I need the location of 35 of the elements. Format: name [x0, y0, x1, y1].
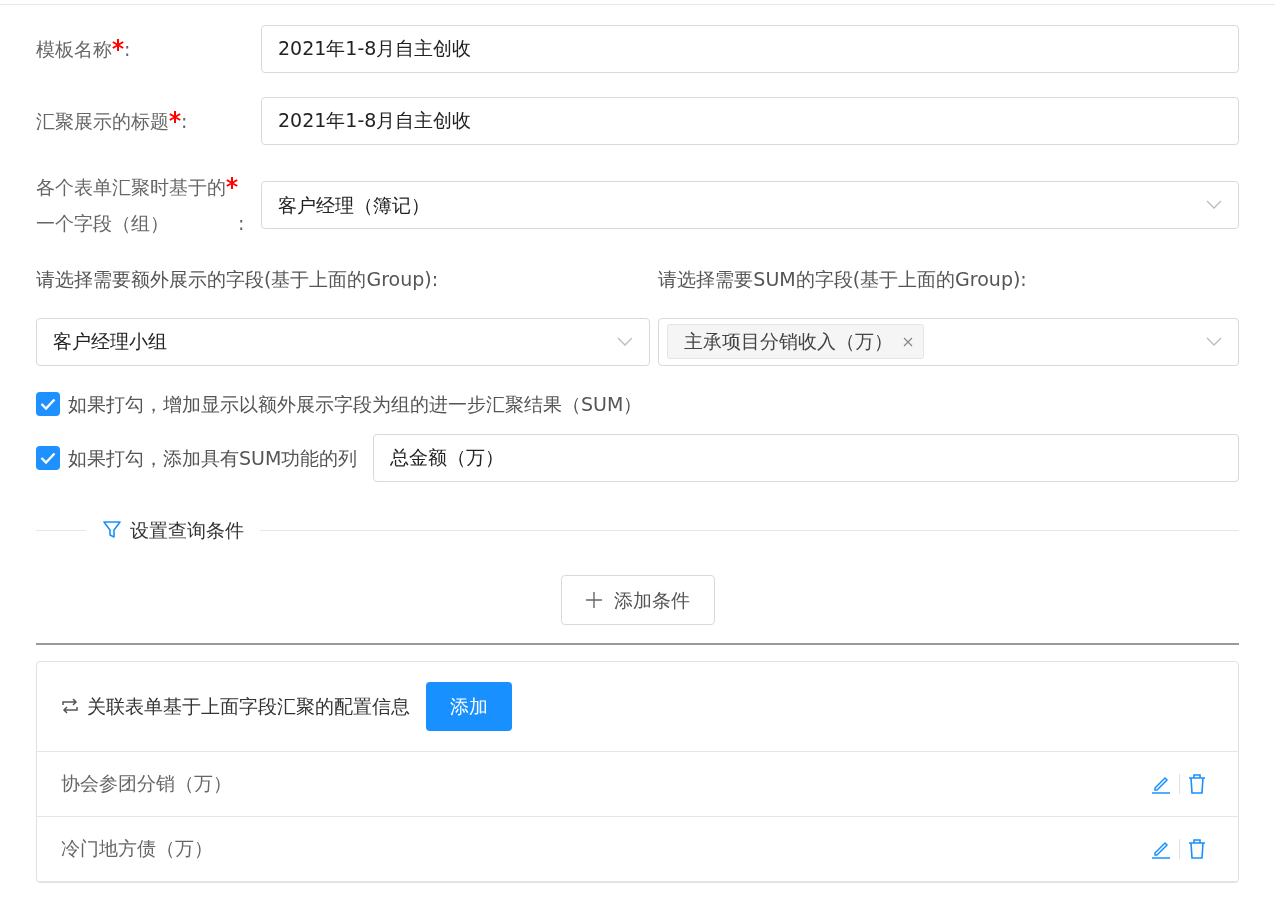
close-icon: [903, 336, 914, 347]
colon-text: :: [238, 212, 245, 234]
colon-text: :: [181, 110, 188, 132]
add-condition-button[interactable]: 添加条件: [560, 574, 715, 625]
selected-tag[interactable]: 主承项目分销收入（万）: [667, 324, 925, 359]
panel-title: 关联表单基于上面字段汇聚的配置信息: [87, 694, 410, 719]
trash-icon[interactable]: [1188, 773, 1206, 794]
check-icon: [40, 452, 56, 464]
text-input[interactable]: 2021年1-8月自主创收: [261, 97, 1239, 145]
colon-text: :: [124, 38, 131, 60]
field-label: 请选择需要SUM的字段(基于上面的Group):: [658, 267, 1028, 292]
checkbox[interactable]: [36, 446, 60, 470]
chevron-down-icon: [1206, 200, 1222, 210]
config-item-name: 冷门地方债（万）: [61, 836, 213, 862]
text-input[interactable]: 总金额（万）: [373, 434, 1239, 482]
chevron-down-icon: [1206, 336, 1222, 347]
plus-icon: [585, 591, 602, 608]
select-dropdown[interactable]: 客户经理（簿记）: [261, 181, 1239, 229]
label-text: 汇聚展示的标题: [36, 109, 169, 134]
label-text: 各个表单汇聚时基于的一个字段（组）: [36, 175, 226, 236]
multi-select-dropdown[interactable]: 主承项目分销收入（万）: [658, 317, 1239, 366]
check-icon: [40, 397, 56, 410]
label-text: 模板名称: [36, 37, 112, 62]
config-item-name: 协会参团分销（万）: [61, 771, 232, 797]
swap-icon: [61, 698, 79, 715]
chevron-down-icon: [617, 336, 634, 347]
checkbox[interactable]: [36, 391, 60, 416]
trash-icon[interactable]: [1188, 838, 1206, 859]
text-input[interactable]: 2021年1-8月自主创收: [261, 25, 1239, 73]
filter-icon: [102, 520, 122, 541]
field-label: 请选择需要额外展示的字段(基于上面的Group):: [36, 267, 440, 292]
select-dropdown[interactable]: 客户经理小组: [36, 317, 651, 366]
checkbox-label: 如果打勾，增加显示以额外展示字段为组的进一步汇聚结果（SUM）: [68, 391, 643, 417]
section-title: 设置查询条件: [130, 518, 244, 543]
checkbox-label: 如果打勾，添加具有SUM功能的列: [68, 445, 358, 471]
